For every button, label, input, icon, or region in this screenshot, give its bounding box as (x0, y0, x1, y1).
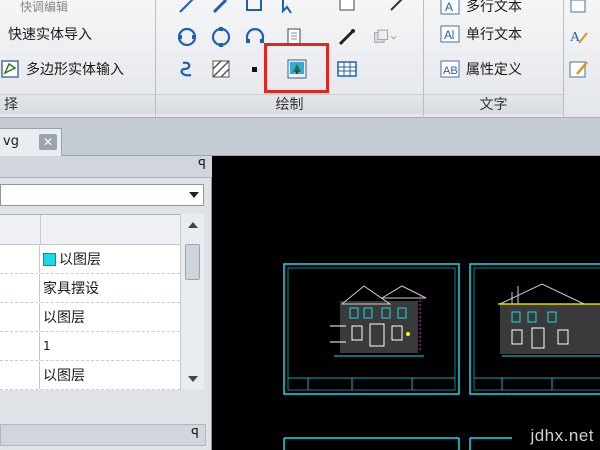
multiline-text-icon: A (440, 0, 460, 16)
attribute-definition-label: 属性定义 (466, 62, 522, 78)
pin-icon[interactable]: ꟼ (191, 427, 199, 442)
rectangle-tool-icon[interactable] (242, 0, 268, 18)
color-swatch (43, 252, 56, 266)
table-row[interactable]: 1 (0, 332, 180, 361)
drawing-canvas[interactable]: jdhx.net (212, 156, 600, 450)
table-row[interactable]: 以图层 (0, 361, 180, 390)
chevron-down-icon[interactable] (189, 192, 199, 198)
ribbon-group-label-text: 文字 (424, 94, 563, 114)
drawing-frame-side-elevation (469, 263, 600, 395)
property-value: 1 (43, 339, 51, 353)
multiline-text-button[interactable]: A 多行文本 (440, 0, 522, 18)
app-window: 快调编辑 快速实体导入 多边形实体输入 择 绘制 A 多行文本 A 单行文本 A… (0, 0, 600, 450)
block-tool-icon[interactable] (334, 0, 360, 18)
property-value: 以图层 (43, 310, 85, 326)
document-tab-label: vg (3, 134, 19, 149)
faded-command[interactable]: 快调编辑 (20, 0, 68, 18)
multiline-text-label: 多行文本 (466, 0, 522, 15)
polygon-entity-input-button[interactable]: 多边形实体输入 (0, 57, 124, 81)
single-line-text-label: 单行文本 (466, 27, 522, 43)
close-icon[interactable]: ✕ (39, 134, 57, 150)
svg-text:AB: AB (443, 65, 458, 77)
table-row[interactable]: 以图层 (0, 245, 180, 274)
ellipse-tool-icon[interactable] (208, 24, 234, 50)
properties-panel-header: ꟼ (0, 156, 212, 178)
brush-tool-icon[interactable] (334, 24, 360, 50)
ribbon-group-draw: 绘制 (156, 0, 424, 118)
table-row[interactable]: 以图层 (0, 303, 180, 332)
single-line-text-button[interactable]: A 单行文本 (440, 22, 522, 46)
hatch-pattern-icon[interactable] (208, 56, 234, 82)
quick-entity-import-label: 快速实体导入 (8, 27, 92, 43)
ribbon-group-text: A 多行文本 A 单行文本 AB 属性定义 文字 (424, 0, 564, 118)
circle-tool-icon[interactable] (174, 24, 200, 50)
polygon-entity-input-label: 多边形实体输入 (26, 62, 124, 78)
highlight-box (264, 43, 329, 93)
edit-text-icon[interactable] (566, 56, 592, 82)
property-value: 以图层 (59, 252, 101, 268)
document-tab[interactable]: vg ✕ (0, 128, 62, 156)
drawing-frame-lower-left (283, 437, 460, 450)
table-tool-icon[interactable] (334, 56, 360, 82)
scroll-down-icon[interactable] (188, 376, 198, 382)
copy-dropdown-icon[interactable] (372, 24, 398, 50)
ribbon-group-label-select: 择 (0, 94, 155, 114)
ribbon: 快调编辑 快速实体导入 多边形实体输入 择 绘制 A 多行文本 A 单行文本 A… (0, 0, 600, 118)
property-value: 以图层 (43, 368, 85, 384)
pin-icon[interactable]: ꟼ (198, 158, 206, 173)
property-value: 家具摆设 (43, 281, 99, 297)
text-tool-partial-icon[interactable] (566, 0, 592, 18)
scroll-up-icon[interactable] (188, 222, 198, 228)
cad-drawing (283, 263, 600, 450)
table-row[interactable]: 家具摆设 (0, 274, 180, 303)
hatch-tool-icon[interactable] (384, 0, 410, 18)
properties-panel: ꟼ 以图层 家具摆设 以图层 1 以图层 ꟼ (0, 156, 212, 450)
spline-tool-icon[interactable] (174, 56, 200, 82)
spell-check-icon[interactable]: A (566, 24, 592, 50)
line-tool-icon[interactable] (174, 0, 200, 18)
object-type-dropdown[interactable] (0, 184, 204, 206)
properties-grid: 以图层 家具摆设 以图层 1 以图层 (0, 214, 180, 390)
single-line-text-icon: A (440, 24, 460, 44)
quick-entity-import-button[interactable]: 快速实体导入 (8, 22, 92, 46)
secondary-panel-header: ꟼ (0, 424, 206, 446)
attribute-definition-icon: AB (440, 59, 460, 79)
pencil-tool-icon[interactable] (208, 0, 234, 18)
attribute-definition-button[interactable]: AB 属性定义 (440, 57, 522, 81)
faded-command-label: 快调编辑 (20, 0, 69, 14)
drawing-frame-lower-right (469, 437, 512, 450)
ribbon-group-select: 快调编辑 快速实体导入 多边形实体输入 择 (0, 0, 156, 118)
ribbon-group-label-draw: 绘制 (156, 94, 423, 114)
drawing-frame-front-elevation (283, 263, 460, 395)
svg-text:A: A (445, 0, 453, 14)
select-arrow-icon[interactable] (276, 0, 302, 18)
watermark: jdhx.net (530, 426, 594, 445)
ribbon-group-partial: A (564, 0, 600, 118)
scroll-thumb[interactable] (185, 244, 200, 280)
document-tab-strip: vg ✕ (0, 118, 600, 156)
svg-text:A: A (444, 28, 452, 42)
polygon-icon (0, 59, 20, 79)
grid-header (0, 215, 180, 245)
properties-scrollbar[interactable] (180, 214, 204, 390)
